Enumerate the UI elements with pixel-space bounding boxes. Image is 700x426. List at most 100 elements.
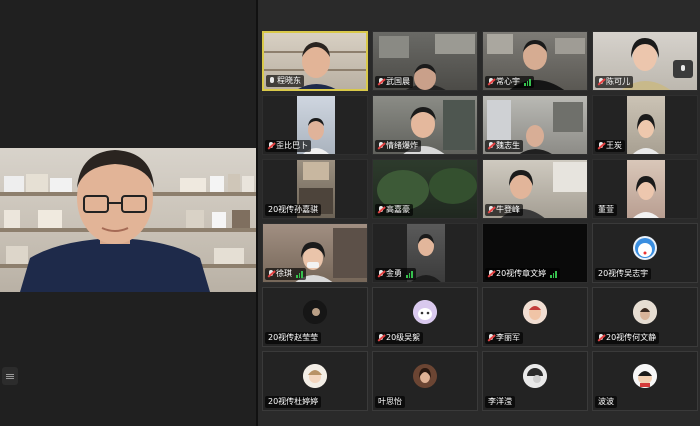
mic-muted-icon bbox=[488, 206, 494, 214]
mic-icon bbox=[269, 77, 275, 85]
mic-muted-icon bbox=[378, 78, 384, 86]
participant-nameplate: 20视传章文婷 bbox=[485, 268, 560, 280]
mic-muted-icon bbox=[268, 142, 274, 150]
participant-name: 魏志生 bbox=[496, 141, 520, 150]
side-panel-handle[interactable] bbox=[2, 367, 18, 385]
signal-strength-icon bbox=[406, 270, 413, 278]
participant-nameplate: 程晓东 bbox=[266, 75, 304, 87]
book bbox=[4, 210, 20, 228]
participant-tile[interactable]: 20视传杜婷婷 bbox=[262, 351, 368, 411]
mic-muted-icon bbox=[488, 270, 494, 278]
participant-tile[interactable]: 魏志生 bbox=[482, 95, 588, 155]
participant-nameplate: 徐琪 bbox=[265, 268, 306, 280]
participant-nameplate: 20级吴絮 bbox=[375, 332, 424, 344]
participant-tile[interactable]: 20视传章文婷 bbox=[482, 223, 588, 283]
participant-name: 20级吴絮 bbox=[386, 333, 421, 342]
participant-person bbox=[633, 176, 659, 218]
participant-tile[interactable]: 20视传何文静 bbox=[592, 287, 698, 347]
participant-nameplate: 20视传何文静 bbox=[595, 332, 660, 344]
signal-strength-icon bbox=[550, 270, 557, 278]
participant-nameplate: 魏志生 bbox=[485, 140, 523, 152]
book bbox=[242, 176, 254, 192]
mic-muted-icon bbox=[598, 142, 604, 150]
speaker-person bbox=[20, 150, 210, 292]
participant-nameplate: 20视传吴志宇 bbox=[595, 268, 652, 280]
participant-tile[interactable]: 陈可儿 bbox=[592, 31, 698, 91]
participant-name: 叶思怡 bbox=[378, 397, 402, 406]
participant-nameplate: 歪比巴卜 bbox=[265, 140, 311, 152]
participant-tile[interactable]: 常心宇 bbox=[482, 31, 588, 91]
participant-tile[interactable]: 程晓东 bbox=[262, 31, 368, 91]
participant-person bbox=[633, 114, 659, 154]
participant-name: 波波 bbox=[598, 397, 614, 406]
signal-strength-icon bbox=[296, 270, 303, 278]
participant-name: 情绪爆炸 bbox=[386, 141, 418, 150]
participant-tile[interactable]: 高嘉豪 bbox=[372, 159, 478, 219]
speaker-video[interactable] bbox=[0, 148, 256, 292]
mic-muted-icon bbox=[268, 270, 274, 278]
participant-name: 王炭 bbox=[606, 141, 622, 150]
participant-nameplate: 波波 bbox=[595, 396, 617, 408]
participant-avatar bbox=[303, 364, 327, 388]
speaker-pane bbox=[0, 0, 256, 426]
participant-tile[interactable]: 徐琪 bbox=[262, 223, 368, 283]
mic-muted-icon bbox=[378, 206, 384, 214]
participant-tile[interactable]: 波波 bbox=[592, 351, 698, 411]
participant-name: 金勇 bbox=[386, 269, 402, 278]
vase bbox=[212, 212, 226, 228]
participant-tile[interactable]: 歪比巴卜 bbox=[262, 95, 368, 155]
participant-tile[interactable]: 武国晨 bbox=[372, 31, 478, 91]
participant-nameplate: 20视传赵莹莹 bbox=[265, 332, 322, 344]
book bbox=[210, 176, 224, 192]
participant-avatar bbox=[523, 364, 547, 388]
participant-nameplate: 叶思怡 bbox=[375, 396, 405, 408]
participant-tile[interactable]: 李丽军 bbox=[482, 287, 588, 347]
participant-tile[interactable]: 牛登峰 bbox=[482, 159, 588, 219]
participant-tile[interactable]: 情绪爆炸 bbox=[372, 95, 478, 155]
mic-muted-icon bbox=[488, 142, 494, 150]
participant-nameplate: 常心宇 bbox=[485, 76, 534, 88]
mic-muted-icon bbox=[488, 78, 494, 86]
participant-name: 20视传赵莹莹 bbox=[268, 333, 319, 342]
mic-icon bbox=[680, 65, 686, 73]
book bbox=[228, 174, 240, 192]
mic-muted-icon bbox=[378, 142, 384, 150]
book bbox=[214, 248, 244, 264]
participant-avatar bbox=[523, 300, 547, 324]
participant-tile[interactable]: 王炭 bbox=[592, 95, 698, 155]
participant-name: 常心宇 bbox=[496, 77, 520, 86]
participant-avatar bbox=[413, 300, 437, 324]
participant-nameplate: 武国晨 bbox=[375, 76, 413, 88]
participant-nameplate: 董萱 bbox=[595, 204, 617, 216]
book bbox=[232, 210, 250, 228]
participant-tile[interactable]: 20视传赵莹莹 bbox=[262, 287, 368, 347]
participant-tile[interactable]: 金勇 bbox=[372, 223, 478, 283]
gallery-view: 程晓东 武国晨 常心宇 陈可儿 歪比巴卜 情绪爆炸 魏志生 王炭 20视传孙嘉骐… bbox=[258, 0, 700, 426]
participant-tile[interactable]: 20视传吴志宇 bbox=[592, 223, 698, 283]
mute-toggle-button[interactable] bbox=[673, 60, 693, 78]
participant-name: 牛登峰 bbox=[496, 205, 520, 214]
participant-tile[interactable]: 李洋滢 bbox=[482, 351, 588, 411]
participant-name: 20视传何文静 bbox=[606, 333, 657, 342]
participant-avatar bbox=[413, 364, 437, 388]
participant-avatar bbox=[633, 300, 657, 324]
participant-nameplate: 王炭 bbox=[595, 140, 625, 152]
participant-avatar bbox=[633, 236, 657, 260]
participant-name: 20视传孙嘉骐 bbox=[268, 205, 319, 214]
participant-nameplate: 陈可儿 bbox=[595, 76, 633, 88]
participant-nameplate: 20视传孙嘉骐 bbox=[265, 204, 322, 216]
participant-tile[interactable]: 叶思怡 bbox=[372, 351, 478, 411]
mic-muted-icon bbox=[378, 334, 384, 342]
participant-avatar bbox=[633, 364, 657, 388]
participant-name: 20视传章文婷 bbox=[496, 269, 547, 278]
participant-name: 董萱 bbox=[598, 205, 614, 214]
participant-tile[interactable]: 20级吴絮 bbox=[372, 287, 478, 347]
participant-name: 20视传杜婷婷 bbox=[268, 397, 319, 406]
participant-name: 李洋滢 bbox=[488, 397, 512, 406]
participant-name: 20视传吴志宇 bbox=[598, 269, 649, 278]
mic-muted-icon bbox=[488, 334, 494, 342]
participant-name: 李丽军 bbox=[496, 333, 520, 342]
participant-name: 武国晨 bbox=[386, 77, 410, 86]
participant-tile[interactable]: 20视传孙嘉骐 bbox=[262, 159, 368, 219]
participant-tile[interactable]: 董萱 bbox=[592, 159, 698, 219]
